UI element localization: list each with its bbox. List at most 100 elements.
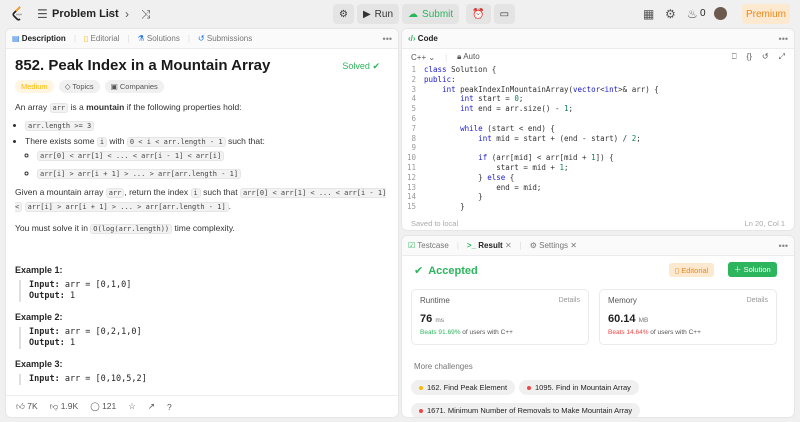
solution-button[interactable]: ＋ Solution	[728, 262, 777, 277]
cursor-position: Ln 20, Col 1	[744, 218, 785, 228]
book-icon: ▯	[675, 265, 680, 275]
editorial-button[interactable]: ▯ Editorial	[669, 263, 715, 277]
tab-settings[interactable]: ⚙ Settings ✕	[530, 241, 577, 250]
difficulty-dot	[527, 385, 531, 390]
tab-result[interactable]: >_ Result ✕	[467, 241, 512, 250]
code-line[interactable]: 2 public:	[402, 75, 794, 85]
flask-icon: ⚗	[137, 34, 145, 43]
companies-tag[interactable]: ▣ Companies	[104, 80, 164, 93]
code-text: int peakIndexInMountainArray(vector<int>…	[442, 84, 659, 94]
runtime-label: Runtime	[420, 296, 450, 305]
code-line[interactable]: 6	[402, 114, 794, 124]
line-number: 13	[406, 182, 416, 192]
favorite-star-icon[interactable]: ☆	[128, 401, 136, 412]
code-line[interactable]: 4 int start = 0;	[402, 94, 794, 104]
streak-fire-icon[interactable]: ♨	[687, 7, 698, 21]
next-problem-icon[interactable]: ›	[125, 7, 129, 21]
settings-gear-icon[interactable]: ⚙	[665, 7, 676, 21]
like-button[interactable]: 👍︎ 7K	[16, 401, 38, 412]
help-icon[interactable]: ?	[167, 402, 172, 412]
code-line[interactable]: 11 start = mid + 1;	[402, 163, 794, 173]
document-icon: ▤	[12, 34, 20, 43]
line-number: 12	[406, 172, 416, 182]
more-options-icon[interactable]: •••	[779, 241, 788, 251]
more-options-icon[interactable]: •••	[779, 34, 788, 44]
reset-icon[interactable]: ↺	[762, 52, 769, 62]
memory-card[interactable]: Memory Details 60.14 MB Beats 14.64% of …	[599, 289, 777, 345]
layout-icon[interactable]: ▦	[643, 7, 654, 21]
challenge-link[interactable]: 162. Find Peak Element	[411, 380, 516, 395]
notes-button[interactable]: ▭	[493, 4, 516, 24]
code-line[interactable]: 12 } else {	[402, 173, 794, 183]
close-icon[interactable]: ✕	[570, 241, 577, 250]
runtime-card[interactable]: Runtime Details 76 ms Beats 91.69% of us…	[411, 289, 589, 345]
result-panel: ☑ Testcase | >_ Result ✕ | ⚙ Settings ✕ …	[401, 235, 795, 418]
debug-button[interactable]: ⚙	[333, 4, 354, 24]
language-select[interactable]: C++ ⌄	[411, 53, 435, 62]
share-icon[interactable]: ↗	[148, 401, 155, 412]
timer-button[interactable]: ⏰	[466, 4, 491, 24]
tab-editorial[interactable]: ▯ Editorial	[84, 34, 120, 43]
code-brackets-icon: ‹/›	[408, 34, 416, 43]
runtime-details-link[interactable]: Details	[559, 297, 580, 304]
more-challenges-title: More challenges	[414, 362, 473, 371]
tab-submissions[interactable]: ↺ Submissions	[198, 34, 252, 43]
memory-details-link[interactable]: Details	[747, 297, 768, 304]
comments-button[interactable]: ◯ 121	[90, 401, 116, 412]
prev-problem-icon[interactable]: ‹	[108, 7, 112, 21]
close-icon[interactable]: ✕	[505, 241, 512, 250]
check-circle-icon: ✔	[372, 61, 380, 71]
format-braces-icon[interactable]: {}	[747, 52, 752, 62]
challenge-link[interactable]: 1671. Minimum Number of Removals to Make…	[411, 403, 641, 417]
avatar[interactable]	[714, 7, 727, 20]
code-line[interactable]: 13 end = mid;	[402, 183, 794, 193]
runtime-beats: Beats 91.69% of users with C++	[420, 329, 513, 336]
code-line[interactable]: 3 int peakIndexInMountainArray(vector<in…	[402, 85, 794, 95]
bookmark-icon[interactable]: ⎕	[732, 52, 737, 62]
run-button[interactable]: ▶ Run	[356, 4, 400, 24]
check-circle-icon: ✔	[414, 265, 424, 277]
list-item: arr[0] < arr[1] < ... < arr[i - 1] < arr…	[37, 150, 389, 161]
save-status: Saved to local	[411, 218, 459, 228]
memory-value: 60.14 MB	[608, 313, 649, 325]
fullscreen-icon[interactable]: ⤢	[779, 52, 785, 62]
challenge-link[interactable]: 1095. Find in Mountain Array	[519, 380, 639, 395]
example-1-title: Example 1:	[15, 265, 63, 275]
code-line[interactable]: 5 int end = arr.size() - 1;	[402, 104, 794, 114]
code-line[interactable]: 7 while (start < end) {	[402, 124, 794, 134]
complexity-paragraph: You must solve it in O(log(arr.length)) …	[15, 223, 235, 234]
dislike-button[interactable]: 👎︎ 1.9K	[50, 401, 79, 412]
tab-code[interactable]: ‹/› Code	[408, 34, 438, 43]
code-line[interactable]: 15 }	[402, 202, 794, 212]
code-line[interactable]: 9	[402, 143, 794, 153]
code-text: public:	[424, 74, 456, 84]
premium-button[interactable]: Premium	[742, 4, 790, 24]
line-number: 7	[411, 123, 416, 133]
auto-mode-toggle[interactable]: 🔒︎ Auto	[457, 52, 480, 62]
code-line[interactable]: 8 int mid = start + (end - start) / 2;	[402, 134, 794, 144]
tag-row: Medium ◇ Topics ▣ Companies	[15, 80, 389, 93]
runtime-value: 76 ms	[420, 313, 444, 325]
difficulty-dot	[419, 408, 423, 413]
problem-list-icon[interactable]: ☰	[37, 7, 48, 21]
comment-icon: ◯	[90, 401, 100, 411]
line-number: 15	[406, 202, 416, 212]
tab-description[interactable]: ▤ Description	[12, 34, 66, 43]
code-editor[interactable]: 1 class Solution {2 public: 3 int peakIndex…	[402, 65, 794, 215]
difficulty-badge[interactable]: Medium	[15, 80, 54, 93]
code-line[interactable]: 1 class Solution {	[402, 65, 794, 75]
line-number: 5	[411, 104, 416, 114]
tab-solutions[interactable]: ⚗ Solutions	[138, 34, 180, 43]
topics-tag[interactable]: ◇ Topics	[58, 80, 100, 93]
code-line[interactable]: 10 if (arr[mid] < arr[mid + 1]) {	[402, 153, 794, 163]
memory-beats: Beats 14.64% of users with C++	[608, 329, 701, 336]
tab-testcase[interactable]: ☑ Testcase	[408, 241, 449, 250]
run-submit-group: ⚙ ▶ Run ☁ Submit ⏰ ▭	[333, 4, 516, 24]
code-line[interactable]: 14 }	[402, 192, 794, 202]
submit-button[interactable]: ☁ Submit	[402, 4, 460, 24]
leetcode-logo-icon[interactable]	[11, 6, 25, 22]
line-number: 4	[411, 94, 416, 104]
more-options-icon[interactable]: •••	[383, 34, 392, 44]
line-number: 11	[406, 162, 416, 172]
shuffle-icon[interactable]: ⤨	[141, 7, 151, 22]
